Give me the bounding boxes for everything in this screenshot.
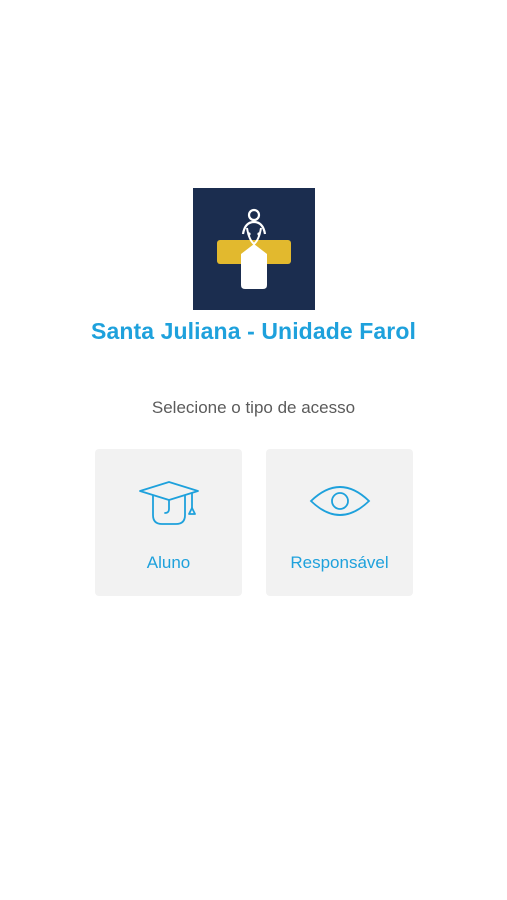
responsavel-access-button[interactable]: Responsável (266, 449, 413, 596)
aluno-label: Aluno (146, 553, 191, 572)
access-type-prompt: Selecione o tipo de acesso (151, 398, 356, 417)
aluno-access-button[interactable]: Aluno (95, 449, 242, 596)
school-logo (193, 188, 315, 310)
logo-cross-icon (217, 208, 291, 289)
responsavel-label: Responsável (290, 553, 389, 572)
eye-icon (266, 479, 413, 539)
school-name: Santa Juliana - Unidade Farol (91, 318, 416, 344)
graduation-cap-icon (95, 479, 242, 539)
